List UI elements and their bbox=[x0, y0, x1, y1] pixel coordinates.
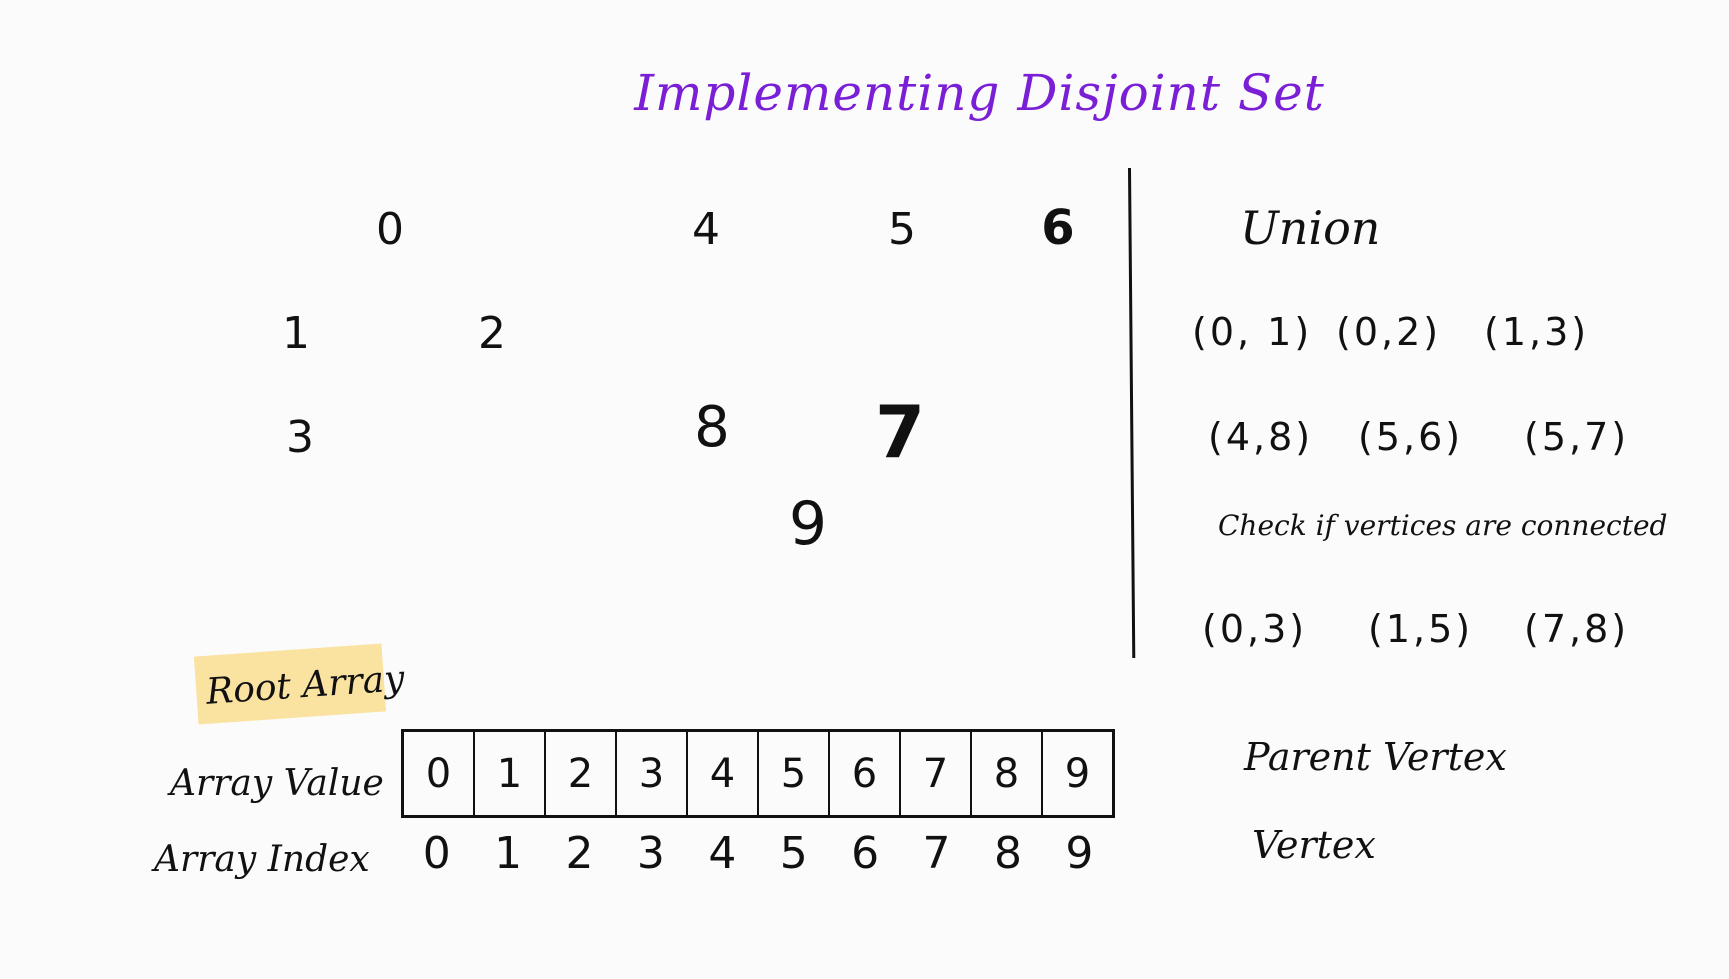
array-index: 6 bbox=[851, 828, 880, 879]
page-title: Implementing Disjoint Set bbox=[634, 64, 1325, 122]
array-value-label: Array Value bbox=[170, 763, 384, 804]
array-cell: 2 bbox=[546, 732, 617, 815]
vertical-divider bbox=[1128, 167, 1136, 658]
node-7: 7 bbox=[874, 390, 926, 474]
array-index: 7 bbox=[922, 828, 951, 879]
check-pair-1-5: (1,5) bbox=[1368, 607, 1474, 651]
node-1: 1 bbox=[282, 308, 310, 359]
node-2: 2 bbox=[478, 308, 506, 359]
union-heading: Union bbox=[1240, 201, 1381, 255]
array-index-label: Array Index bbox=[154, 839, 370, 880]
node-9: 9 bbox=[788, 489, 828, 559]
array-index: 4 bbox=[708, 828, 737, 879]
array-cell: 0 bbox=[404, 732, 475, 815]
union-pair-4-8: (4,8) bbox=[1208, 415, 1314, 459]
node-5: 5 bbox=[888, 204, 916, 255]
array-index: 0 bbox=[422, 828, 451, 879]
root-array-table: 0 1 2 3 4 5 6 7 8 9 bbox=[401, 729, 1115, 818]
array-index: 9 bbox=[1065, 828, 1094, 879]
array-cell: 7 bbox=[901, 732, 972, 815]
array-index: 8 bbox=[993, 828, 1022, 879]
check-connected-heading: Check if vertices are connected bbox=[1218, 509, 1668, 542]
array-index: 2 bbox=[565, 828, 594, 879]
union-pair-0-2: (0,2) bbox=[1336, 310, 1442, 354]
array-cell: 3 bbox=[617, 732, 688, 815]
node-8: 8 bbox=[694, 395, 730, 460]
array-index: 5 bbox=[779, 828, 808, 879]
legend-parent-vertex: Parent Vertex bbox=[1244, 735, 1507, 779]
array-cell: 9 bbox=[1064, 750, 1091, 797]
union-pair-0-1: (0, 1) bbox=[1192, 310, 1313, 354]
union-pair-5-7: (5,7) bbox=[1524, 415, 1630, 459]
array-index: 1 bbox=[494, 828, 523, 879]
node-0: 0 bbox=[376, 204, 404, 255]
array-cell: 6 bbox=[830, 732, 901, 815]
union-pair-1-3: (1,3) bbox=[1484, 310, 1590, 354]
check-pair-7-8: (7,8) bbox=[1524, 607, 1630, 651]
array-cell: 1 bbox=[475, 732, 546, 815]
array-cell: 5 bbox=[759, 732, 830, 815]
array-index: 3 bbox=[636, 828, 665, 879]
array-cell: 4 bbox=[688, 732, 759, 815]
union-pair-5-6: (5,6) bbox=[1358, 415, 1464, 459]
check-pair-0-3: (0,3) bbox=[1202, 607, 1308, 651]
array-cell: 8 bbox=[972, 732, 1043, 815]
array-index-row: 0 1 2 3 4 5 6 7 8 9 bbox=[401, 832, 1115, 876]
legend-vertex: Vertex bbox=[1252, 823, 1376, 867]
node-4: 4 bbox=[692, 204, 720, 255]
node-6: 6 bbox=[1041, 200, 1075, 256]
node-3: 3 bbox=[286, 412, 314, 463]
